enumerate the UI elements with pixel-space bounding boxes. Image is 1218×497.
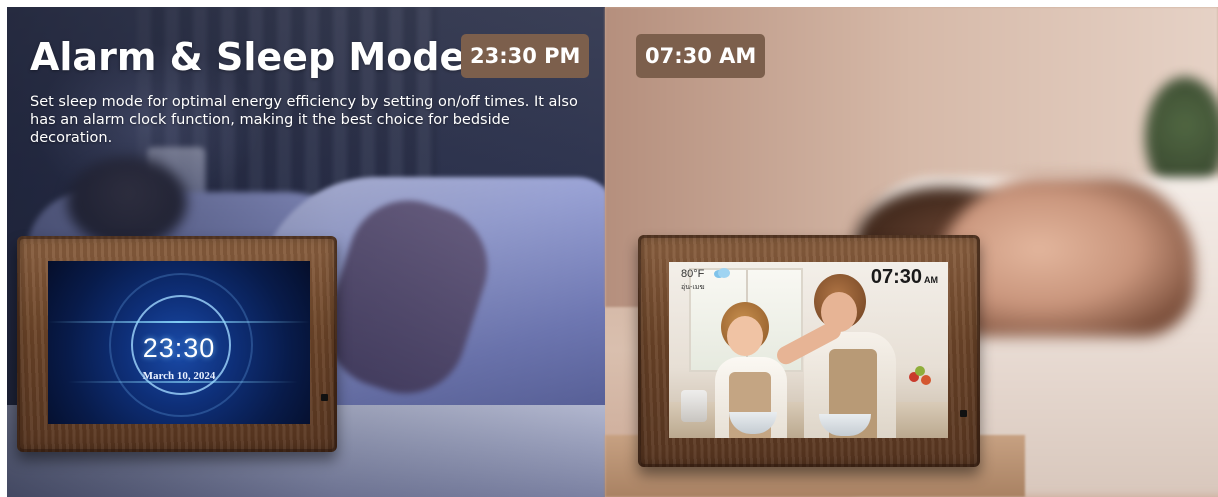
glass-jar xyxy=(681,390,707,422)
light-sensor xyxy=(960,410,967,417)
frame-clock-time: 07:30 xyxy=(870,266,922,288)
headline-description: Set sleep mode for optimal energy effici… xyxy=(30,94,578,146)
frame-clock-ampm: AM xyxy=(924,275,938,285)
fruit xyxy=(921,375,931,385)
night-scene: 23:30 March 10, 2024 xyxy=(7,7,617,497)
light-streak xyxy=(48,321,310,323)
child-face xyxy=(727,316,763,356)
mother-face xyxy=(821,292,857,332)
cloud-icon xyxy=(714,268,730,278)
photo-screen: 80°F อุ่น-เมฆ 07:30 AM xyxy=(669,262,948,438)
fruit xyxy=(915,366,925,376)
weather-temperature: 80°F xyxy=(681,268,705,280)
promo-banner: 23:30 March 10, 2024 80°F อุ่น-เมฆ 07:30… xyxy=(7,7,1218,497)
clock-time: 23:30 xyxy=(142,333,216,363)
light-sensor xyxy=(321,394,328,401)
sleep-time-badge: 23:30 PM xyxy=(461,34,590,78)
weather-subtext: อุ่น-เมฆ xyxy=(681,284,705,291)
photo-frame-morning: 80°F อุ่น-เมฆ 07:30 AM xyxy=(638,235,980,467)
frame-clock: 07:30 AM xyxy=(871,266,938,289)
clock-screen: 23:30 March 10, 2024 xyxy=(48,261,310,424)
photo-frame-night: 23:30 March 10, 2024 xyxy=(17,236,337,452)
headline-title: Alarm & Sleep Mode xyxy=(30,35,466,79)
mother-photo-subject xyxy=(773,274,939,438)
morning-scene: 80°F อุ่น-เมฆ 07:30 AM xyxy=(605,7,1218,497)
wake-time-badge: 07:30 AM xyxy=(636,34,766,78)
clock-date: March 10, 2024 xyxy=(142,370,216,382)
